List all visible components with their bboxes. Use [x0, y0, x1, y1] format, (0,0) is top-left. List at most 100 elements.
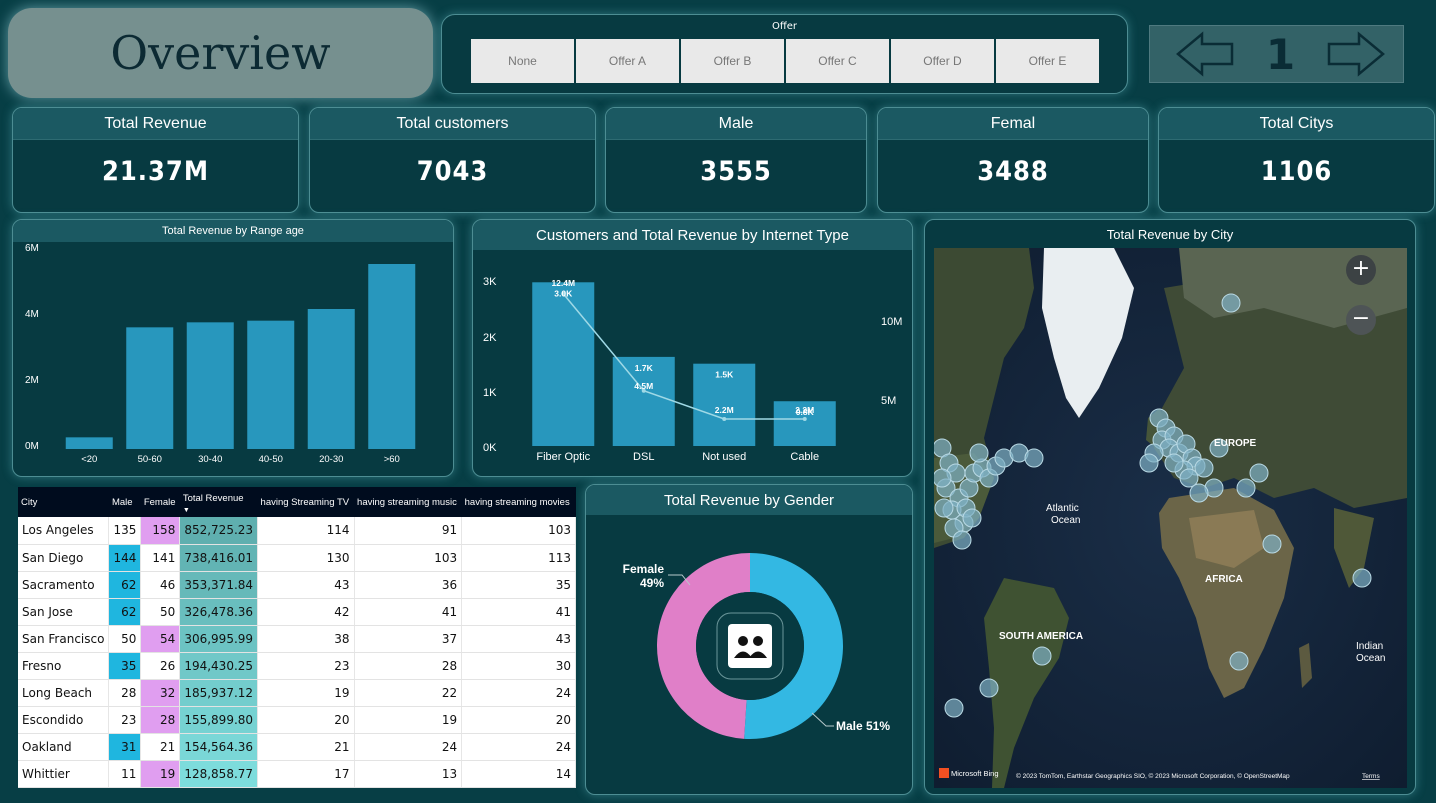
city-marker[interactable]: [1236, 478, 1256, 498]
col-male[interactable]: Male: [108, 487, 141, 517]
city-marker[interactable]: [1352, 568, 1372, 588]
table-row[interactable]: San Francisco 50 54 306,995.99 38 37 43: [18, 625, 576, 653]
city-marker[interactable]: [1262, 534, 1282, 554]
city-marker[interactable]: [969, 443, 989, 463]
city-marker[interactable]: [1024, 448, 1044, 468]
col-female[interactable]: Female: [140, 487, 180, 517]
cell-streaming-music: 91: [354, 517, 463, 545]
city-marker[interactable]: [1189, 483, 1209, 503]
y-tick-right: 10M: [881, 316, 902, 328]
table-row[interactable]: San Jose 62 50 326,478.36 42 41 41: [18, 598, 576, 626]
revenue-data-label: 2.2M: [715, 405, 734, 415]
table-row[interactable]: Escondido 23 28 155,899.80 20 19 20: [18, 706, 576, 734]
col-total-revenue-label: Total Revenue: [182, 492, 244, 504]
cell-streaming-music: 22: [354, 679, 463, 707]
age-bar[interactable]: [368, 264, 416, 449]
cell-streaming-tv: 43: [257, 571, 355, 599]
table-row[interactable]: Oakland 31 21 154,564.36 21 24 24: [18, 733, 576, 761]
arrow-right-icon[interactable]: [1327, 30, 1385, 78]
city-marker[interactable]: [1229, 651, 1249, 671]
col-streaming-music[interactable]: having streaming music: [354, 487, 462, 517]
offer-option-d[interactable]: Offer D: [891, 39, 994, 83]
city-marker[interactable]: [1164, 453, 1184, 473]
chart-title: Total Revenue by Range age: [13, 220, 453, 242]
city-marker[interactable]: [962, 508, 982, 528]
revenue-line: [562, 293, 805, 420]
y-tick-left: 2K: [483, 332, 497, 344]
cell-total-revenue: 353,371.84: [179, 571, 259, 599]
zoom-in-button[interactable]: +: [1346, 255, 1376, 285]
cell-city: Whittier: [18, 760, 110, 788]
city-marker[interactable]: [1139, 453, 1159, 473]
cell-male: 31: [108, 733, 142, 761]
col-streaming-tv[interactable]: having Streaming TV: [257, 487, 355, 517]
kpi-total-revenue: Total Revenue 21.37M: [12, 107, 299, 213]
revenue-data-label: 12.4M: [551, 278, 575, 288]
age-bar[interactable]: [186, 322, 234, 449]
y-tick-left: 0K: [483, 442, 497, 454]
y-tick: 0M: [25, 441, 39, 452]
x-tick: Not used: [702, 451, 746, 463]
terms-link[interactable]: Terms: [1362, 773, 1380, 780]
offer-option-none[interactable]: None: [471, 39, 574, 83]
cell-male: 11: [108, 760, 142, 788]
col-total-revenue[interactable]: Total Revenue ▼: [179, 487, 258, 517]
cell-streaming-movies: 113: [461, 544, 576, 572]
age-bar[interactable]: [126, 327, 174, 449]
cell-male: 62: [108, 571, 142, 599]
internet-bar[interactable]: [532, 282, 595, 446]
cell-total-revenue: 194,430.25: [179, 652, 259, 680]
table-row[interactable]: San Diego 144 141 738,416.01 130 103 113: [18, 544, 576, 572]
cell-female: 50: [140, 598, 181, 626]
map-label: SOUTH AMERICA: [999, 631, 1083, 642]
kpi-label: Total Citys: [1159, 108, 1434, 140]
city-marker[interactable]: [1249, 463, 1269, 483]
offer-option-b[interactable]: Offer B: [681, 39, 784, 83]
kpi-total-customers: Total customers 7043: [309, 107, 596, 213]
table-row[interactable]: Whittier 11 19 128,858.77 17 13 14: [18, 760, 576, 788]
zoom-out-button[interactable]: −: [1346, 305, 1376, 335]
offer-option-e[interactable]: Offer E: [996, 39, 1099, 83]
age-bar[interactable]: [65, 437, 113, 449]
offer-option-a[interactable]: Offer A: [576, 39, 679, 83]
age-bar[interactable]: [307, 309, 355, 449]
cell-streaming-movies: 41: [461, 598, 576, 626]
cell-total-revenue: 852,725.23: [179, 517, 259, 545]
cell-female: 32: [140, 679, 181, 707]
cell-female: 141: [140, 544, 181, 572]
map-canvas[interactable]: EUROPE Atlantic Ocean AFRICA SOUTH AMERI…: [934, 248, 1407, 788]
page-navigator: 1: [1149, 25, 1404, 83]
table-row[interactable]: Fresno 35 26 194,430.25 23 28 30: [18, 652, 576, 680]
y-tick-left: 3K: [483, 276, 497, 288]
cell-streaming-movies: 24: [461, 733, 576, 761]
cell-city: Long Beach: [18, 679, 110, 707]
cell-male: 23: [108, 706, 142, 734]
cell-streaming-tv: 17: [257, 760, 355, 788]
city-marker[interactable]: [1032, 646, 1052, 666]
city-marker[interactable]: [952, 530, 972, 550]
cell-city: Sacramento: [18, 571, 110, 599]
table-row[interactable]: Long Beach 28 32 185,937.12 19 22 24: [18, 679, 576, 707]
age-bar[interactable]: [247, 320, 295, 449]
cell-total-revenue: 155,899.80: [179, 706, 259, 734]
city-marker[interactable]: [934, 498, 954, 518]
cell-female: 158: [140, 517, 181, 545]
revenue-point[interactable]: [722, 416, 727, 421]
cell-streaming-movies: 43: [461, 625, 576, 653]
offer-option-c[interactable]: Offer C: [786, 39, 889, 83]
city-marker[interactable]: [979, 678, 999, 698]
table-row[interactable]: Sacramento 62 46 353,371.84 43 36 35: [18, 571, 576, 599]
table-row[interactable]: Los Angeles 135 158 852,725.23 114 91 103: [18, 517, 576, 545]
arrow-left-icon[interactable]: [1176, 30, 1234, 78]
users-icon: [728, 624, 772, 668]
col-streaming-movies[interactable]: having streaming movies: [461, 487, 576, 517]
page-title: Overview: [110, 26, 331, 80]
x-tick: 20-30: [319, 454, 343, 465]
cell-streaming-movies: 35: [461, 571, 576, 599]
col-city[interactable]: City: [18, 487, 109, 517]
revenue-point[interactable]: [802, 416, 807, 421]
city-marker[interactable]: [934, 468, 952, 488]
city-marker[interactable]: [1194, 458, 1214, 478]
city-marker[interactable]: [944, 698, 964, 718]
city-marker[interactable]: [1221, 293, 1241, 313]
